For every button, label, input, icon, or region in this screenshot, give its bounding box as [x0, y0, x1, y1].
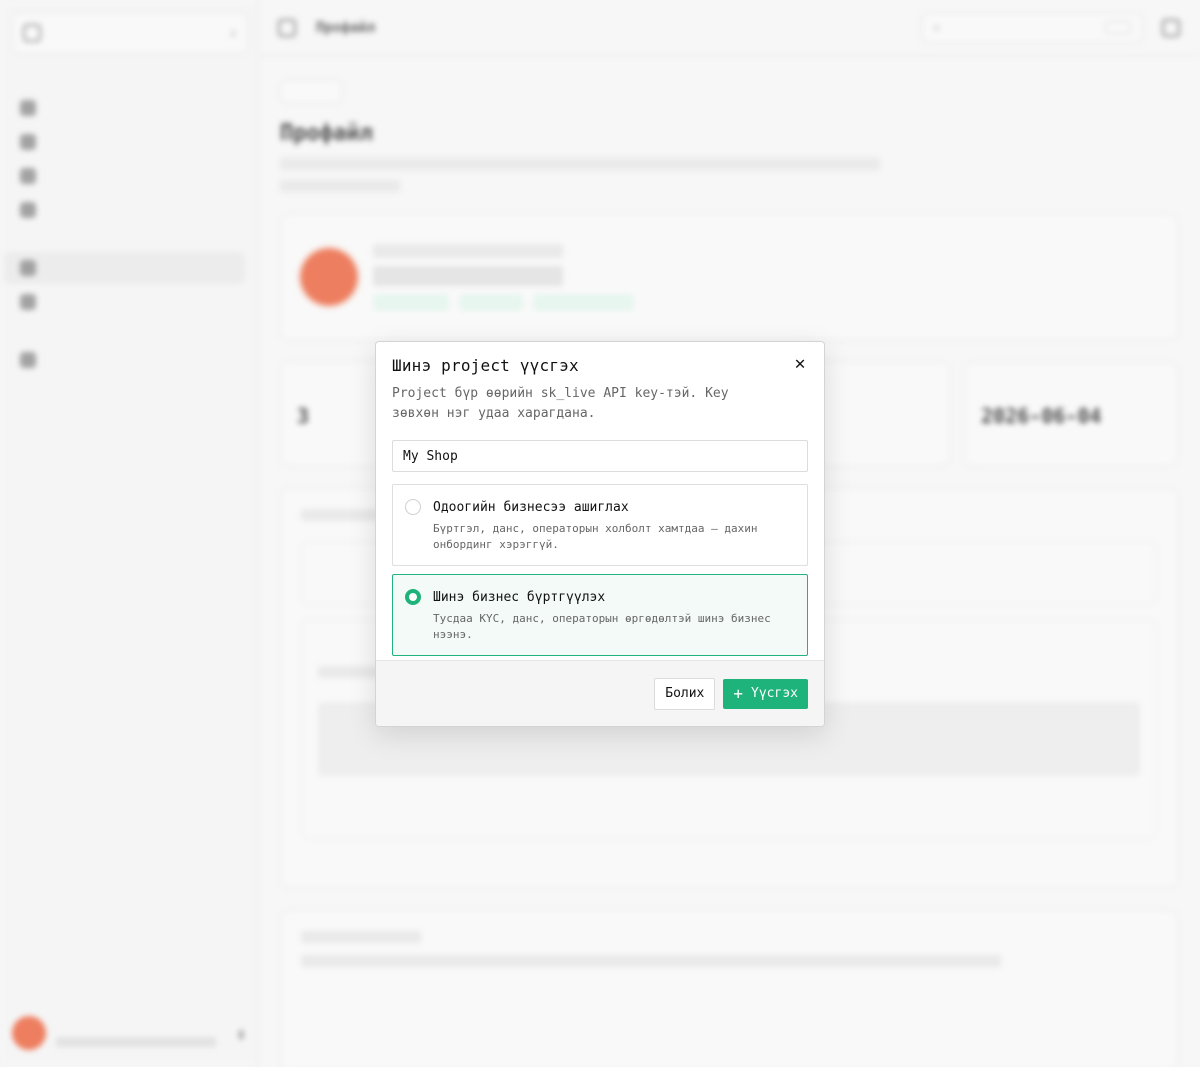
dialog-header: Шинэ project үүсгэх ✕ Project бүр өөрийн… [376, 342, 824, 424]
dialog-description: Project бүр өөрийн sk_live API key-тэй. … [392, 386, 729, 421]
dialog-title: Шинэ project үүсгэх [392, 356, 579, 375]
create-button[interactable]: + Үүсгэх [723, 678, 808, 709]
create-project-dialog: Шинэ project үүсгэх ✕ Project бүр өөрийн… [375, 341, 825, 727]
project-name-input[interactable] [392, 440, 808, 472]
plus-icon: + [733, 683, 744, 703]
close-icon[interactable]: ✕ [790, 354, 810, 374]
option-register-new-business[interactable]: Шинэ бизнес бүртгүүлэх Тусдаа KYC, данс,… [392, 574, 808, 656]
option-description: Тусдаа KYC, данс, операторын өргөдөлтэй … [433, 612, 771, 641]
radio-button[interactable] [405, 499, 421, 515]
option-description: Бүртгэл, данс, операторын холболт хамтда… [433, 522, 758, 551]
radio-button-selected[interactable] [405, 589, 421, 605]
option-title: Одоогийн бизнесээ ашиглах [433, 500, 629, 515]
option-use-existing-business[interactable]: Одоогийн бизнесээ ашиглах Бүртгэл, данс,… [392, 484, 808, 566]
cancel-button[interactable]: Болих [654, 677, 716, 710]
create-button-label: Үүсгэх [751, 686, 798, 701]
dialog-footer: Болих + Үүсгэх [376, 660, 824, 726]
option-title: Шинэ бизнес бүртгүүлэх [433, 590, 606, 605]
